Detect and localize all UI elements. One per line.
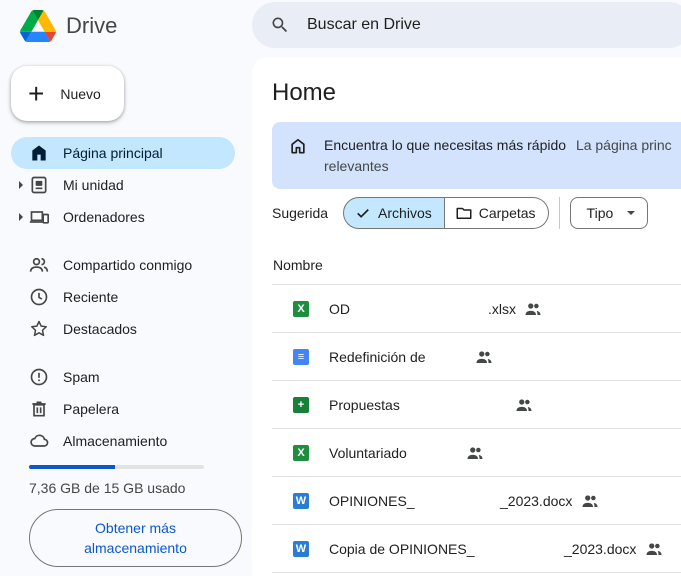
check-icon: [357, 209, 369, 218]
storage-usage-text: 7,36 GB de 15 GB usado: [29, 480, 186, 496]
excel-file-icon: X: [293, 300, 309, 317]
file-name: Copia de OPINIONES_: [329, 540, 475, 557]
home-icon: [29, 143, 49, 163]
plus-icon: +: [28, 77, 45, 109]
drive-logo[interactable]: Drive: [20, 6, 117, 46]
dropdown-arrow-icon: [627, 211, 636, 215]
cloud-icon: [29, 431, 49, 451]
filter-bar: Sugerida Archivos Carpetas Tipo: [272, 197, 649, 229]
folders-filter-label: Carpetas: [478, 205, 536, 221]
clock-icon: [29, 287, 49, 307]
type-filter-dropdown[interactable]: Tipo: [569, 197, 649, 229]
file-name: Redefinición de: [329, 348, 426, 365]
column-header-name[interactable]: Nombre: [273, 257, 323, 273]
shared-people-icon: [467, 446, 483, 459]
sidebar-item-trash[interactable]: Papelera: [11, 393, 235, 425]
sidebar-item-label: Ordenadores: [63, 209, 145, 225]
shared-people-icon: [525, 302, 541, 315]
folders-filter-button[interactable]: Carpetas: [444, 197, 549, 229]
sidebar-item-computers[interactable]: Ordenadores: [11, 201, 235, 233]
sidebar-nav: Página principal Mi unidad Ordenadores C…: [0, 137, 250, 457]
sidebar-item-label: Compartido conmigo: [63, 257, 193, 273]
file-list: X OD .xlsx ≡ Redefinición de + Propuesta…: [272, 285, 681, 573]
file-name-suffix: _2023.docx: [500, 492, 573, 509]
word-file-icon: W: [293, 540, 309, 557]
file-row[interactable]: W Copia de OPINIONES_ _2023.docx: [272, 525, 681, 573]
sidebar-item-spam[interactable]: Spam: [11, 361, 235, 393]
files-folders-toggle: Archivos Carpetas: [343, 197, 549, 229]
excel-file-icon: X: [293, 444, 309, 461]
file-name: Voluntariado: [329, 444, 407, 461]
banner-text: La página princ: [575, 137, 672, 153]
computers-icon: [29, 207, 49, 227]
search-icon[interactable]: [270, 15, 290, 35]
file-row[interactable]: + Propuestas: [272, 381, 681, 429]
search-bar[interactable]: [252, 2, 681, 48]
file-name: OPINIONES_: [329, 492, 415, 509]
info-banner: Encuentra lo que necesitas más rápido La…: [272, 122, 681, 189]
shared-icon: [29, 255, 49, 275]
main-content: Home Encuentra lo que necesitas más rápi…: [252, 57, 681, 576]
page-title: Home: [272, 79, 337, 106]
shared-people-icon: [582, 494, 598, 507]
file-name-suffix: .xlsx: [488, 300, 516, 317]
sidebar-item-recent[interactable]: Reciente: [11, 281, 235, 313]
home-outline-icon: [291, 138, 305, 154]
storage-progress-bar: [29, 465, 204, 469]
new-button[interactable]: + Nuevo: [11, 66, 124, 121]
expand-caret-icon[interactable]: [19, 181, 23, 189]
drive-logo-icon: [20, 10, 56, 42]
sidebar-item-label: Destacados: [63, 321, 137, 337]
sidebar-item-label: Página principal: [63, 145, 163, 161]
sidebar-item-label: Reciente: [63, 289, 119, 305]
expand-caret-icon[interactable]: [19, 213, 23, 221]
google-docs-icon: ≡: [293, 348, 309, 365]
word-file-icon: W: [293, 492, 309, 509]
sidebar-item-storage[interactable]: Almacenamiento: [11, 425, 235, 457]
app-name: Drive: [66, 13, 118, 38]
sidebar-item-home[interactable]: Página principal: [11, 137, 235, 169]
storage-progress-fill: [29, 465, 115, 469]
trash-icon: [29, 399, 49, 419]
sidebar-item-label: Papelera: [63, 401, 120, 417]
get-more-storage-button[interactable]: Obtener más almacenamiento: [29, 509, 242, 567]
file-row[interactable]: ≡ Redefinición de: [272, 333, 681, 381]
folder-icon: [456, 207, 472, 219]
sidebar-item-shared[interactable]: Compartido conmigo: [11, 249, 235, 281]
file-name: OD: [329, 300, 350, 317]
star-icon: [29, 319, 49, 339]
shared-people-icon: [646, 542, 662, 555]
banner-heading: Encuentra lo que necesitas más rápido: [324, 137, 567, 153]
sidebar-item-starred[interactable]: Destacados: [11, 313, 235, 345]
new-button-label: Nuevo: [60, 85, 101, 102]
google-sheets-icon: +: [293, 396, 309, 413]
file-row[interactable]: X OD .xlsx: [272, 285, 681, 333]
my-drive-icon: [29, 175, 49, 195]
filter-divider: [558, 197, 560, 229]
files-filter-label: Archivos: [378, 205, 432, 221]
files-filter-button[interactable]: Archivos: [343, 197, 445, 229]
search-input[interactable]: [307, 16, 607, 34]
file-name-suffix: _2023.docx: [564, 540, 637, 557]
suggested-label: Sugerida: [272, 205, 329, 221]
banner-text-cont: relevantes: [324, 158, 389, 174]
sidebar-item-label: Almacenamiento: [63, 433, 168, 449]
shared-people-icon: [476, 350, 492, 363]
type-filter-label: Tipo: [586, 205, 614, 221]
sidebar-item-label: Mi unidad: [63, 177, 124, 193]
file-row[interactable]: X Voluntariado: [272, 429, 681, 477]
file-name: Propuestas: [329, 396, 400, 413]
sidebar-item-my-drive[interactable]: Mi unidad: [11, 169, 235, 201]
shared-people-icon: [516, 398, 532, 411]
sidebar-item-label: Spam: [63, 369, 100, 385]
spam-icon: [29, 367, 49, 387]
file-row[interactable]: W OPINIONES_ _2023.docx: [272, 477, 681, 525]
